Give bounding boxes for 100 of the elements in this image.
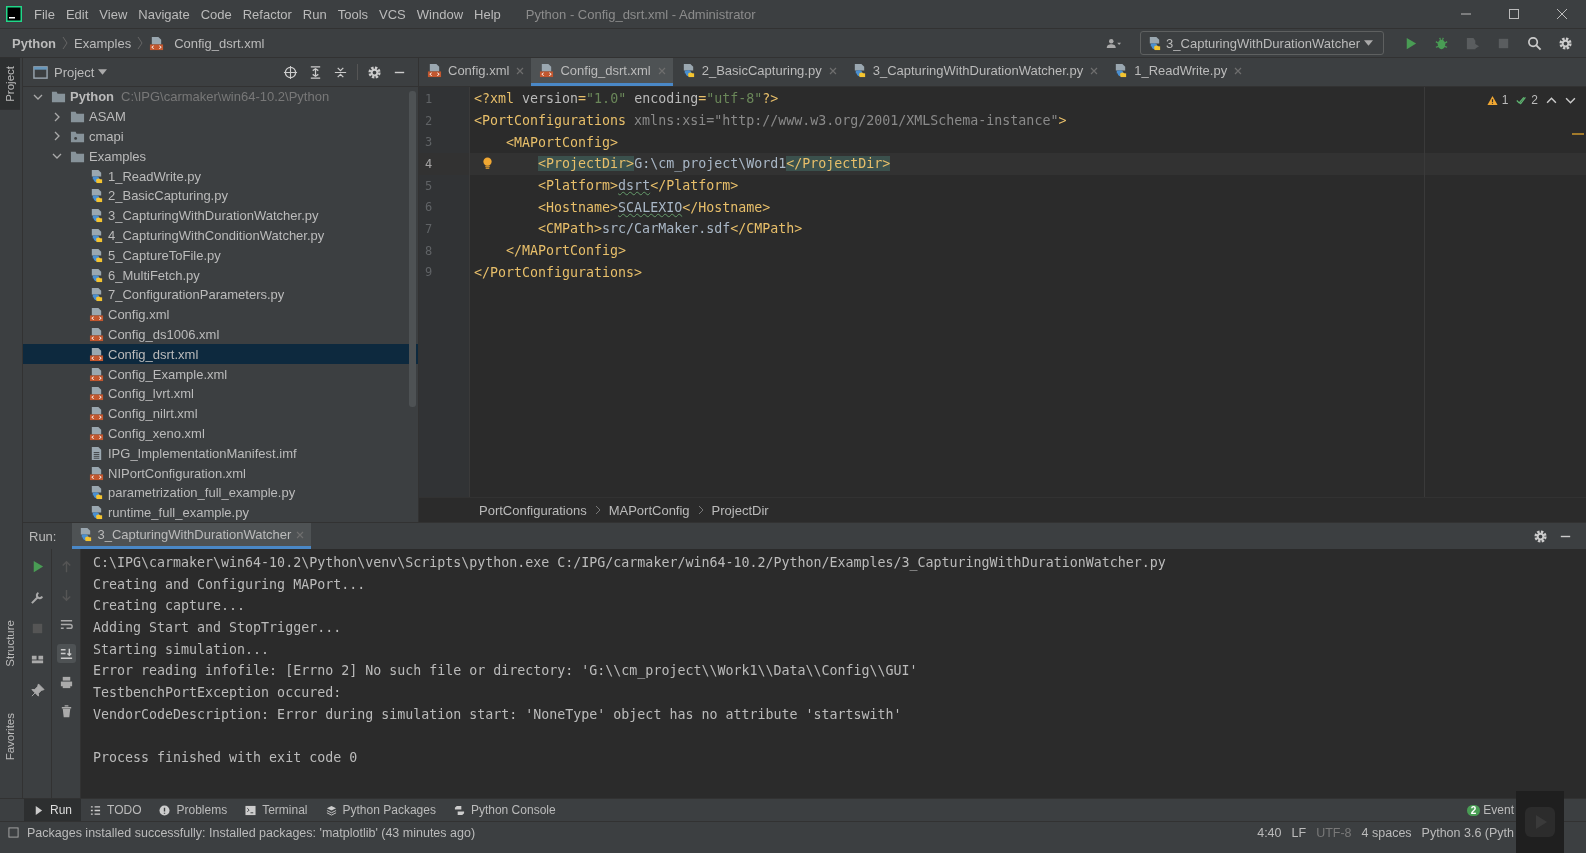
python-file-icon: [89, 227, 104, 243]
run-config-dropdown[interactable]: 3_CapturingWithDurationWatcher: [1140, 31, 1384, 55]
tool-window-tab[interactable]: Structure: [0, 612, 22, 675]
tree-item[interactable]: runtime_full_example.py: [23, 502, 418, 522]
tool-window-tab[interactable]: Python Console: [444, 799, 565, 821]
tree-item[interactable]: 5_CaptureToFile.py: [23, 245, 418, 266]
code-line: <CMPath>src/CarMaker.sdf</CMPath>: [537, 221, 803, 237]
python-file-icon: [89, 267, 104, 283]
status-item[interactable]: Python 3.6 (Pyth: [1421, 825, 1514, 840]
scroll-to-end-icon[interactable]: [56, 644, 76, 663]
chevron-icon: [62, 36, 69, 50]
scrollbar[interactable]: [409, 91, 416, 407]
tool-window-tab[interactable]: Terminal: [236, 799, 317, 821]
settings-icon[interactable]: [1558, 35, 1573, 51]
menu-item[interactable]: File: [34, 6, 55, 22]
panel-title: Run:: [29, 528, 57, 544]
python-file-icon: [89, 208, 104, 224]
tree-item[interactable]: 6_MultiFetch.py: [23, 265, 418, 285]
xml-file-icon: [89, 425, 104, 441]
menu-item[interactable]: Navigate: [138, 6, 190, 22]
console-line: Creating and Configuring MAPort...: [93, 575, 367, 594]
tree-item[interactable]: 7_ConfigurationParameters.py: [23, 284, 418, 305]
menu-item[interactable]: Help: [474, 6, 501, 22]
close-icon[interactable]: [1556, 8, 1568, 20]
tree-item[interactable]: 4_CapturingWithConditionWatcher.py: [23, 225, 418, 246]
settings-icon[interactable]: [1533, 528, 1548, 544]
tree-item[interactable]: Python C:\IPG\carmaker\win64-10.2\Python: [23, 87, 418, 107]
status-item[interactable]: 4 spaces: [1361, 825, 1412, 840]
tree-item[interactable]: Config_Example.xml: [23, 364, 418, 384]
tool-window-tab[interactable]: Favorites: [0, 704, 22, 768]
code-line: <?xml version="1.0" encoding="utf-8"?>: [474, 91, 779, 107]
menu-item[interactable]: Edit: [65, 6, 89, 22]
tree-item[interactable]: Config_ds1006.xml: [23, 324, 418, 345]
chevron-up-icon[interactable]: [1546, 94, 1557, 106]
python-file-icon: [89, 168, 104, 184]
event-log-button[interactable]: 2 Event: [1466, 803, 1514, 817]
settings-icon[interactable]: [367, 64, 382, 80]
tree-item[interactable]: Config.xml: [23, 304, 418, 325]
bug-icon[interactable]: [1434, 35, 1449, 51]
tree-item[interactable]: ASAM: [23, 106, 418, 127]
status-item[interactable]: 4:40: [1257, 825, 1282, 840]
menu-item[interactable]: Tools: [337, 6, 369, 22]
tool-window-tab[interactable]: Run: [24, 799, 81, 821]
window-title: Python - Config_dsrt.xml - Administrator: [525, 6, 756, 22]
menu-item[interactable]: Code: [200, 6, 232, 22]
tree-item[interactable]: 2_BasicCapturing.py: [23, 186, 418, 206]
chevron-right-icon[interactable]: [52, 131, 62, 142]
list-icon: [90, 804, 101, 816]
breadcrumb-item[interactable]: MAPortConfig: [608, 502, 690, 518]
python-file-icon: [1147, 35, 1163, 51]
tree-item[interactable]: 1_ReadWrite.py: [23, 166, 418, 186]
menu-item[interactable]: View: [99, 6, 128, 22]
panel-title[interactable]: Project: [54, 64, 95, 80]
tool-window-tab[interactable]: Python Packages: [316, 799, 445, 821]
breadcrumb-item[interactable]: PortConfigurations: [479, 502, 587, 518]
double-check-icon[interactable]: [1516, 94, 1528, 106]
tool-window-tab[interactable]: Project: [0, 58, 20, 110]
breadcrumb-item[interactable]: Examples: [74, 35, 132, 51]
tree-item[interactable]: Config_lvrt.xml: [23, 383, 418, 404]
breadcrumb-item[interactable]: Python: [12, 35, 57, 51]
editor-tab[interactable]: Config_dsrt.xml: [531, 58, 673, 86]
tool-window-tab[interactable]: Problems: [150, 799, 237, 821]
lightbulb-icon[interactable]: [482, 157, 493, 171]
warning-icon[interactable]: [1486, 94, 1498, 106]
caret-icon[interactable]: [98, 69, 108, 75]
tree-item[interactable]: 3_CapturingWithDurationWatcher.py: [23, 205, 418, 226]
breadcrumb-item[interactable]: ProjectDir: [711, 502, 769, 518]
status-item[interactable]: LF: [1291, 825, 1307, 840]
square-icon[interactable]: [8, 827, 19, 838]
folder-icon: [70, 109, 85, 125]
tree-item[interactable]: cmapi: [23, 126, 418, 147]
tree-item[interactable]: Config_nilrt.xml: [23, 403, 418, 424]
search-icon[interactable]: [1527, 35, 1542, 51]
tree-item[interactable]: parametrization_full_example.py: [23, 482, 418, 503]
tool-window-tab[interactable]: TODO: [81, 799, 151, 821]
tree-item[interactable]: Config_dsrt.xml: [23, 344, 418, 365]
editor-tab[interactable]: 2_BasicCapturing.py: [672, 58, 844, 86]
tree-item[interactable]: IPG_ImplementationManifest.imf: [23, 443, 418, 464]
warning-marker[interactable]: [1572, 133, 1584, 135]
menu-item[interactable]: VCS: [379, 6, 406, 22]
breadcrumb-item[interactable]: Config_dsrt.xml: [174, 35, 265, 51]
editor-tab[interactable]: 3_CapturingWithDurationWatcher.py: [843, 58, 1106, 86]
chevron-right-icon[interactable]: [52, 111, 62, 122]
python-file-icon: [89, 485, 104, 501]
console-tab[interactable]: 3_CapturingWithDurationWatcher: [72, 523, 312, 549]
expand-all-icon[interactable]: [308, 64, 323, 80]
menu-item[interactable]: Run: [302, 6, 327, 22]
editor-tab[interactable]: Config.xml: [419, 58, 532, 86]
menu-item[interactable]: Window: [416, 6, 464, 22]
python-file-icon: [1113, 63, 1129, 78]
tree-item[interactable]: NIPortConfiguration.xml: [23, 463, 418, 483]
crosshair-icon[interactable]: [283, 64, 298, 80]
python-file-icon: [78, 527, 94, 542]
menu-item[interactable]: Refactor: [242, 6, 292, 22]
tree-item[interactable]: Config_xeno.xml: [23, 423, 418, 444]
line-number: 4: [425, 156, 433, 171]
maximize-icon[interactable]: [1508, 8, 1520, 20]
editor-tab[interactable]: 1_ReadWrite.py: [1105, 58, 1250, 86]
notification-badge: 2: [1466, 804, 1481, 816]
tree-item[interactable]: Examples: [23, 146, 418, 167]
